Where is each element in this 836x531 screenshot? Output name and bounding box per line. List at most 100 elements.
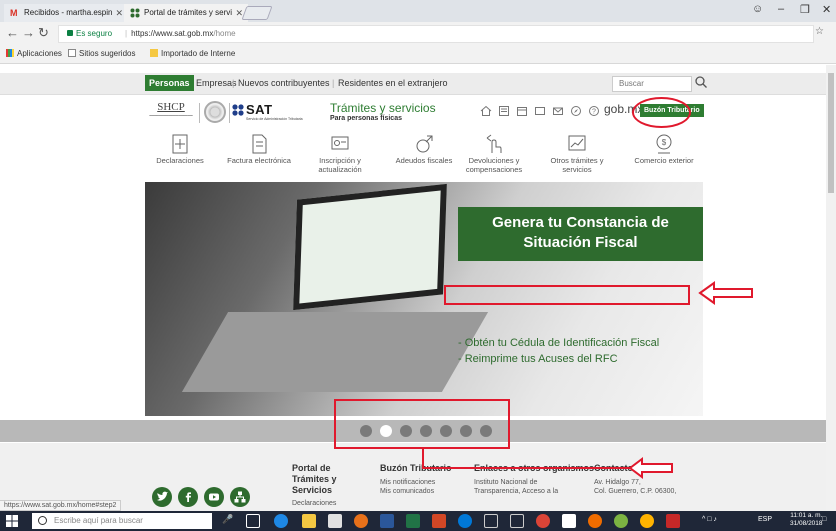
new-tab-button[interactable] <box>241 6 273 20</box>
calculator-icon <box>172 134 188 154</box>
scrollbar-thumb[interactable] <box>828 73 834 193</box>
bookmark-apps[interactable]: Aplicaciones <box>6 49 62 58</box>
mexico-seal-icon <box>204 101 226 123</box>
mail-icon[interactable] <box>552 105 564 117</box>
minimize-icon[interactable]: – <box>778 3 784 15</box>
tab-gmail[interactable]: M Recibidos - martha.espin ✕ <box>4 4 128 22</box>
nav-personas[interactable]: Personas <box>145 75 194 91</box>
apps-grid-icon <box>6 49 14 57</box>
secure-indicator[interactable]: Es seguro <box>67 29 112 38</box>
windows-start-icon[interactable] <box>6 515 18 527</box>
reload-icon[interactable]: ↻ <box>38 26 49 40</box>
firefox-icon[interactable] <box>354 514 368 528</box>
compass-icon[interactable] <box>570 105 582 117</box>
annotation-line <box>422 467 632 469</box>
bookmarks-bar: Aplicaciones Sitios sugeridos Importado … <box>0 46 836 64</box>
app-icon[interactable] <box>458 514 472 528</box>
document-icon[interactable] <box>498 105 510 117</box>
language-indicator[interactable]: ESP <box>758 516 772 523</box>
tray-icons[interactable]: ^ □ ♪ <box>702 516 717 523</box>
nav-residentes-extranjero[interactable]: Residentes en el extranjero <box>338 78 448 88</box>
url-text[interactable]: | https://www.sat.gob.mx/home <box>125 29 236 38</box>
home-icon[interactable] <box>480 105 492 117</box>
footer-heading[interactable]: Portal de Trámites y Servicios <box>292 463 370 496</box>
calculator-app-icon[interactable] <box>562 514 576 528</box>
address-bar[interactable]: Es seguro | https://www.sat.gob.mx/home <box>58 25 814 43</box>
youtube-icon[interactable] <box>204 487 224 507</box>
file-explorer-icon[interactable] <box>302 514 316 528</box>
app-icon[interactable] <box>588 514 602 528</box>
taskbar-search-input[interactable]: Escribe aquí para buscar <box>32 513 212 529</box>
nav-nuevos-contribuyentes[interactable]: Nuevos contribuyentes <box>238 78 330 88</box>
store-icon[interactable] <box>328 514 342 528</box>
sat-logo[interactable]: SAT Servicio de Administración Tributari… <box>232 102 303 124</box>
category-devoluciones[interactable]: Devoluciones y compensaciones <box>452 133 536 174</box>
excel-icon[interactable] <box>406 514 420 528</box>
microphone-icon[interactable]: 🎤 <box>222 514 233 525</box>
services-icon <box>568 135 586 151</box>
task-view-icon[interactable] <box>246 514 260 528</box>
screen-icon[interactable] <box>534 105 546 117</box>
banner-line-cedula[interactable]: - Obtén tu Cédula de Identificación Fisc… <box>458 337 659 349</box>
brand-header: SHCP ━━━━━━━━━━━━━━━━━━ SAT Servicio de … <box>0 97 826 131</box>
category-factura[interactable]: Factura electrónica <box>220 133 298 165</box>
category-declaraciones[interactable]: Declaraciones <box>140 133 220 165</box>
banner-line-acuses[interactable]: - Reimprime tus Acuses del RFC <box>458 353 618 365</box>
forward-icon[interactable]: → <box>22 26 35 40</box>
category-inscripcion[interactable]: Inscripción y actualización <box>298 133 382 174</box>
profile-icon[interactable]: ☺ <box>752 3 763 15</box>
footer-link[interactable]: Instituto Nacional de <box>474 478 594 487</box>
category-comercio-exterior[interactable]: $ Comercio exterior <box>624 133 704 165</box>
facebook-icon[interactable] <box>178 487 198 507</box>
close-tab-icon[interactable]: ✕ <box>115 4 123 22</box>
annotation-ellipse <box>632 97 691 128</box>
tramites-heading[interactable]: Trámites y servicios Para personas físic… <box>330 101 436 122</box>
bookmark-star-icon[interactable]: ☆ <box>815 26 824 37</box>
svg-text:$: $ <box>662 138 667 147</box>
debt-icon <box>416 135 433 153</box>
browser-tab-strip: M Recibidos - martha.espin ✕ Portal de t… <box>0 0 836 22</box>
app-icon[interactable] <box>614 514 628 528</box>
calendar-icon[interactable] <box>516 105 528 117</box>
word-icon[interactable] <box>380 514 394 528</box>
annotation-line <box>422 448 424 468</box>
footer-link[interactable]: Declaraciones <box>292 499 370 508</box>
bookmark-imported[interactable]: Importado de Interne <box>150 49 235 58</box>
tab-label: Recibidos - martha.espin <box>24 8 113 17</box>
maximize-icon[interactable]: ❐ <box>800 3 810 16</box>
refund-icon <box>486 134 502 153</box>
network-icon[interactable] <box>230 487 250 507</box>
notifications-icon[interactable]: □ <box>822 516 826 523</box>
twitter-icon[interactable] <box>152 487 172 507</box>
nav-empresas[interactable]: Empresas <box>196 78 237 88</box>
category-otros-tramites[interactable]: Otros trámites y servicios <box>536 133 618 174</box>
bookmark-suggested[interactable]: Sitios sugeridos <box>68 49 135 58</box>
acrobat-icon[interactable] <box>666 514 680 528</box>
site-footer: Portal de Trámites y Servicios Declaraci… <box>0 443 826 511</box>
app-icon[interactable] <box>484 514 498 528</box>
invoice-icon <box>252 134 267 154</box>
system-clock[interactable]: 11:01 a. m. 31/08/2018 <box>790 512 823 528</box>
folder-icon <box>150 49 158 57</box>
powerpoint-icon[interactable] <box>432 514 446 528</box>
app-icon[interactable] <box>640 514 654 528</box>
sat-dots-icon <box>232 104 244 116</box>
sat-favicon-icon <box>130 8 140 18</box>
search-icon[interactable] <box>694 75 708 89</box>
chrome-icon[interactable] <box>536 514 550 528</box>
footer-link[interactable]: Mis comunicados <box>380 487 452 496</box>
footer-link[interactable]: Mis notificaciones <box>380 478 452 487</box>
help-icon[interactable]: ? <box>588 105 600 117</box>
footer-link[interactable]: Transparencia, Acceso a la <box>474 487 594 496</box>
vertical-scrollbar[interactable] <box>826 65 836 511</box>
lock-icon <box>67 30 73 36</box>
back-icon[interactable]: ← <box>6 26 19 40</box>
annotation-arrow-icon <box>698 281 753 305</box>
search-input[interactable]: Buscar <box>612 76 692 92</box>
edge-icon[interactable] <box>274 514 288 528</box>
shcp-logo[interactable]: SHCP ━━━━━━━━━━━━━━━━━━ <box>146 101 196 123</box>
tab-sat-portal[interactable]: Portal de trámites y servi ✕ <box>124 4 248 22</box>
laptop-image <box>293 183 447 311</box>
app-icon[interactable] <box>510 514 524 528</box>
close-window-icon[interactable]: ✕ <box>822 3 831 16</box>
